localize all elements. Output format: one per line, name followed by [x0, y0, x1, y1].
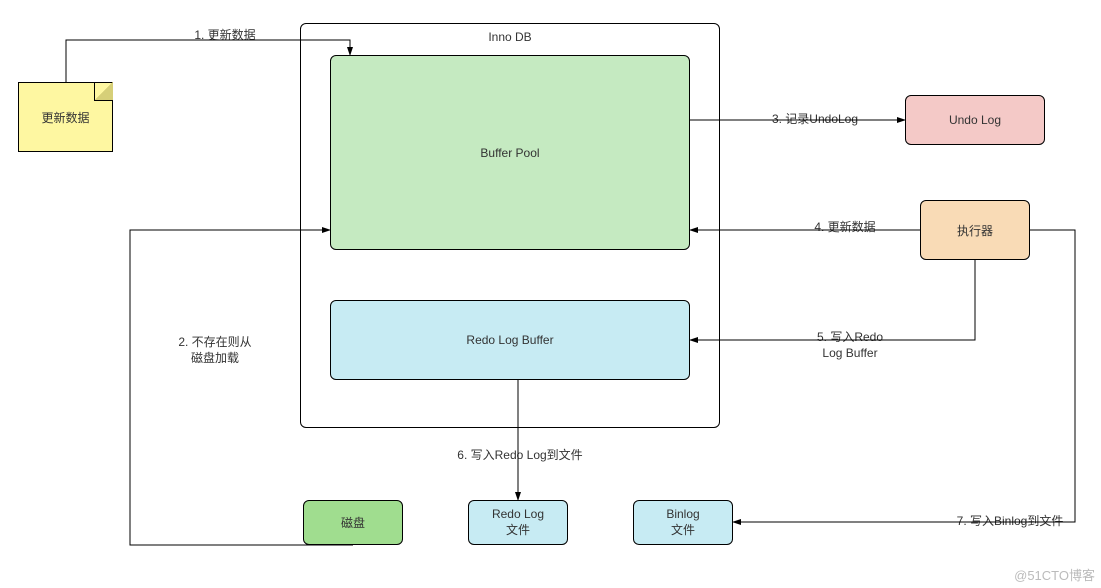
watermark: @51CTO博客 [1014, 565, 1095, 584]
edge-5 [690, 260, 975, 340]
edge-1 [66, 40, 350, 82]
edge-2 [130, 230, 353, 545]
diagram-canvas: Inno DB 更新数据 Buffer Pool Redo Log Buffer… [0, 0, 1101, 588]
arrows-layer [0, 0, 1101, 588]
edge-7 [733, 230, 1075, 522]
